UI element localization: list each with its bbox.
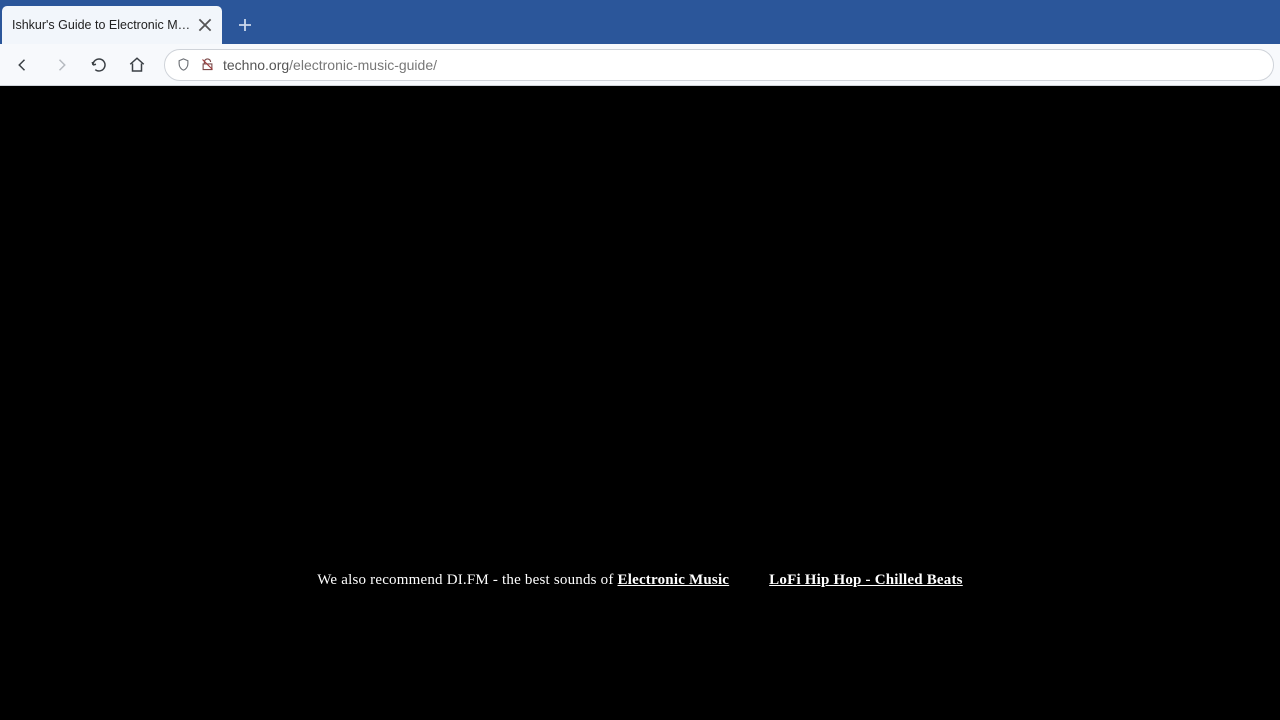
browser-toolbar: techno.org/electronic-music-guide/ xyxy=(0,44,1280,86)
link-electronic-music[interactable]: Electronic Music xyxy=(618,572,730,588)
recommend-line: We also recommend DI.FM - the best sound… xyxy=(0,572,1280,589)
home-button[interactable] xyxy=(120,48,154,82)
link-lofi-hip-hop[interactable]: LoFi Hip Hop - Chilled Beats xyxy=(769,572,963,588)
page-content: We also recommend DI.FM - the best sound… xyxy=(0,86,1280,720)
url-host: techno.org xyxy=(223,57,289,73)
shield-icon xyxy=(175,57,191,73)
url-path: /electronic-music-guide/ xyxy=(289,57,437,73)
tab-title: Ishkur's Guide to Electronic Music | xyxy=(12,18,196,32)
close-tab-icon[interactable] xyxy=(196,16,214,34)
new-tab-button[interactable] xyxy=(228,8,262,42)
not-secure-icon xyxy=(199,57,215,73)
tab-active[interactable]: Ishkur's Guide to Electronic Music | xyxy=(2,6,222,44)
back-button[interactable] xyxy=(6,48,40,82)
recommend-lead: We also recommend DI.FM - the best sound… xyxy=(317,572,617,588)
forward-button[interactable] xyxy=(44,48,78,82)
address-bar[interactable]: techno.org/electronic-music-guide/ xyxy=(164,49,1274,81)
url-display: techno.org/electronic-music-guide/ xyxy=(223,57,437,73)
reload-button[interactable] xyxy=(82,48,116,82)
tab-strip: Ishkur's Guide to Electronic Music | xyxy=(0,0,1280,44)
